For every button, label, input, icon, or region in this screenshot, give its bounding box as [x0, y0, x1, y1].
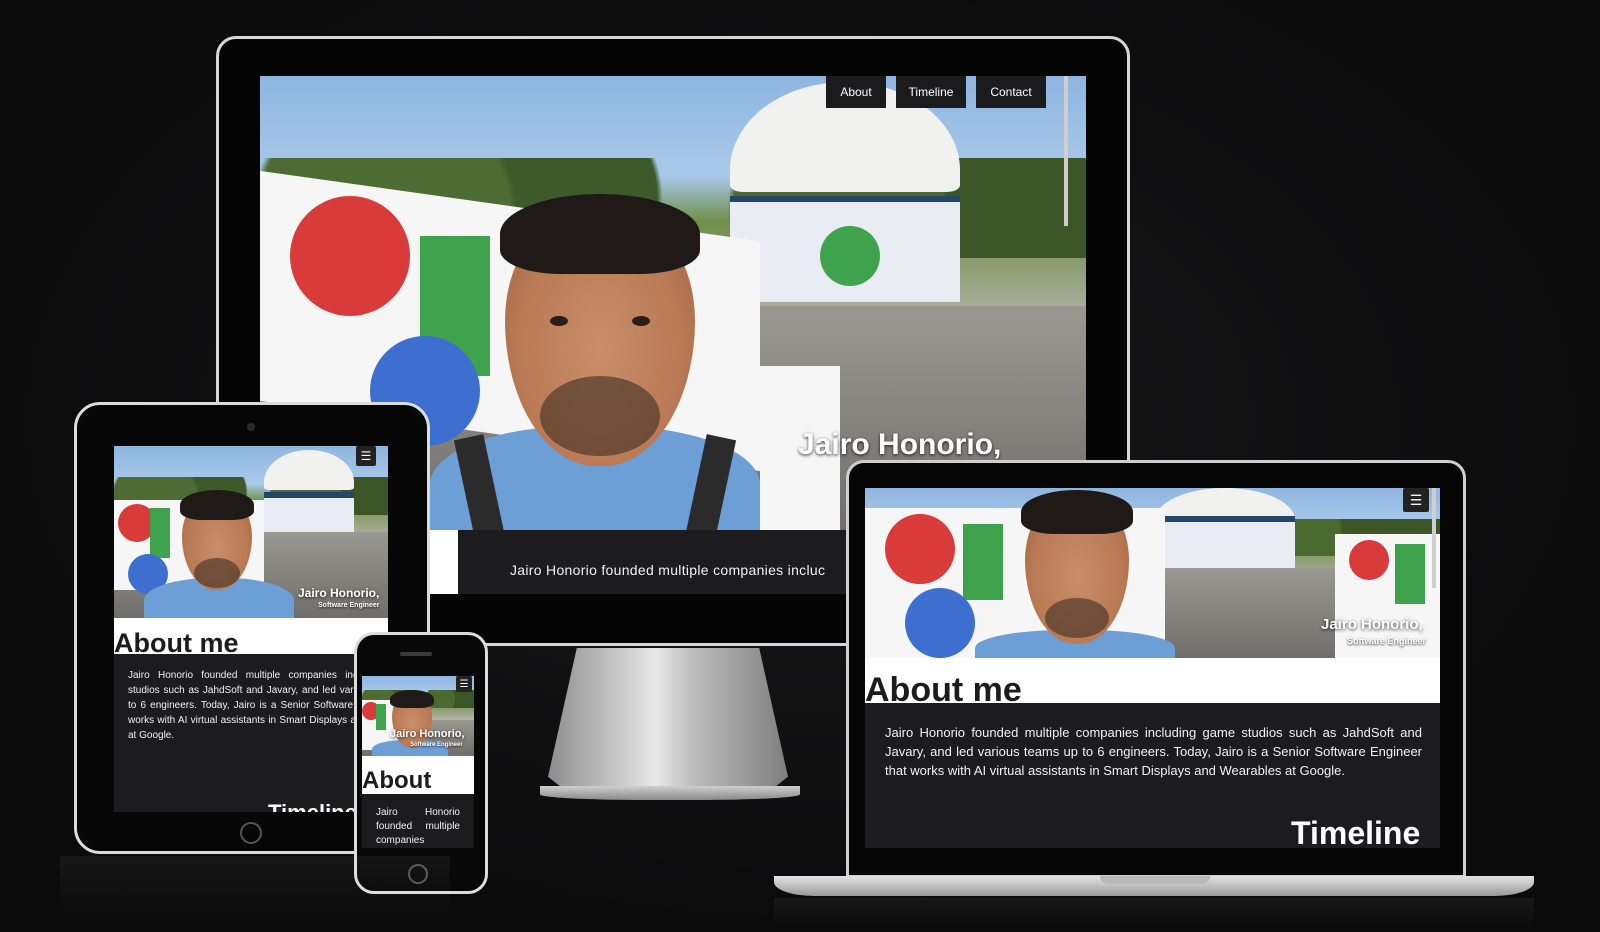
nav-about[interactable]: About [826, 76, 886, 108]
hamburger-icon[interactable]: ☰ [356, 446, 376, 466]
laptop-opening-notch [1100, 876, 1210, 884]
monitor-stand [548, 648, 788, 788]
about-text: Jairo Honorio founded multiple companies [376, 807, 460, 846]
hero-name: Jairo Honorio, [798, 428, 1002, 461]
hero-role: Software Engineer [318, 602, 380, 609]
about-heading: About [362, 767, 432, 794]
timeline-heading: Timeline [268, 800, 357, 812]
about-text: Jairo Honorio founded multiple companies… [128, 670, 388, 741]
device-reflection [60, 856, 450, 916]
monitor-stand-foot [540, 786, 800, 800]
hero-name: Jairo Honorio, [390, 728, 465, 740]
nav-timeline[interactable]: Timeline [896, 76, 966, 108]
hero-role: Software Engineer [410, 742, 463, 748]
scrollbar[interactable] [1064, 76, 1068, 226]
hero-name: Jairo Honorio, [1321, 616, 1423, 633]
phone-screen: Jairo Honorio, Software Engineer ☰ About… [362, 676, 474, 848]
tablet-home-button [240, 822, 262, 844]
about-panel: Jairo Honorio founded multiple companies… [114, 654, 388, 812]
scrollbar[interactable] [1432, 488, 1436, 588]
hamburger-icon[interactable]: ☰ [456, 676, 472, 692]
tablet-screen: Jairo Honorio, Software Engineer ☰ About… [114, 446, 388, 812]
tablet-camera [247, 423, 255, 431]
device-reflection [774, 898, 1534, 928]
about-text: Jairo Honorio founded multiple companies… [510, 562, 826, 578]
hamburger-icon[interactable]: ☰ [1403, 488, 1429, 512]
about-text: Jairo Honorio founded multiple companies… [885, 725, 1422, 778]
phone-speaker [400, 652, 432, 656]
timeline-heading: Timeline [1291, 815, 1421, 848]
about-panel: Jairo Honorio founded multiple companies… [865, 703, 1440, 848]
about-panel: Jairo Honorio founded multiple companies [362, 794, 474, 848]
nav-contact[interactable]: Contact [976, 76, 1046, 108]
hero-role: Software Engineer [1347, 636, 1427, 646]
laptop-screen: Jairo Honorio, Software Engineer ☰ About… [865, 488, 1440, 848]
hero-name: Jairo Honorio, [298, 586, 380, 600]
